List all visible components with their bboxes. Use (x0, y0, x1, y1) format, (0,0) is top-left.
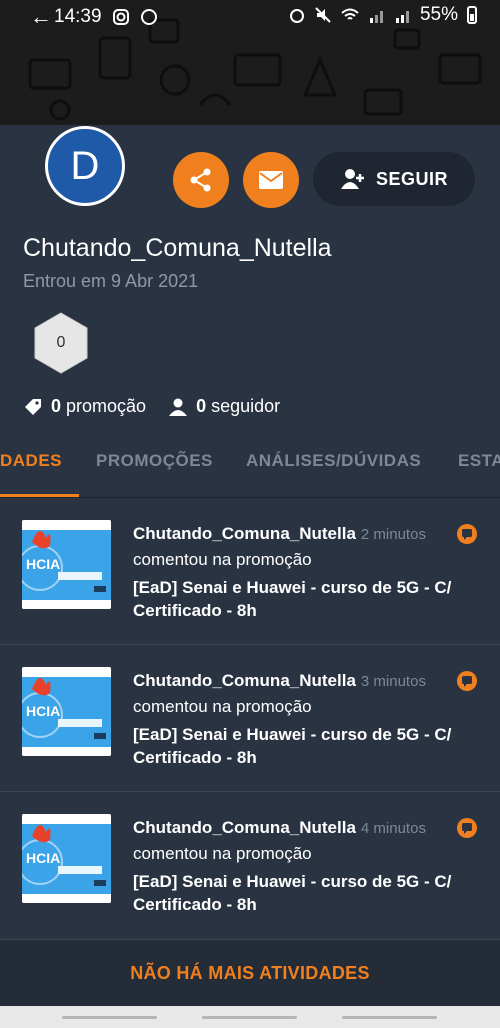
thumbnail-text: HCIA (26, 703, 61, 719)
activity-header: Chutando_Comuna_Nutella 3 minutos (133, 671, 426, 691)
follow-button[interactable]: SEGUIR (313, 152, 475, 206)
person-icon (169, 398, 188, 416)
activity-time: 4 minutos (360, 820, 426, 837)
promo-label: promoção (66, 396, 147, 416)
comment-icon (457, 818, 477, 838)
tab-atividades[interactable]: DADES (0, 451, 62, 471)
activity-time: 3 minutos (360, 673, 426, 690)
mail-icon (259, 171, 283, 189)
back-arrow-icon[interactable]: ← (30, 4, 52, 30)
profile-username: Chutando_Comuna_Nutella (23, 234, 332, 262)
activity-action: comentou na promoção (133, 844, 312, 863)
share-icon (190, 168, 211, 192)
follow-label: SEGUIR (375, 168, 448, 189)
level-badge: 0 (33, 312, 89, 374)
signal-icon-2 (395, 11, 409, 23)
follower-label: seguidor (211, 396, 281, 416)
activity-item[interactable]: HCIA Chutando_Comuna_Nutella 2 minutos co… (0, 498, 500, 645)
comment-icon (457, 524, 477, 544)
activity-header: Chutando_Comuna_Nutella 4 minutos (133, 818, 426, 838)
tag-icon (25, 398, 41, 415)
comment-icon (457, 671, 477, 691)
signal-icon (369, 11, 383, 23)
activity-action: comentou na promoção (133, 697, 312, 716)
follower-count: 0 (196, 396, 207, 416)
nav-home-button[interactable] (202, 1016, 297, 1019)
wifi-icon (341, 8, 359, 20)
add-user-icon (340, 169, 364, 189)
avatar[interactable]: D (45, 126, 125, 206)
activity-action: comentou na promoção (133, 550, 312, 569)
no-more-activities: NÃO HÁ MAIS ATIVIDADES (0, 940, 500, 1006)
status-bar: ← 14:39 55% (0, 0, 500, 34)
profile-stats: 0 promoção 0 seguidor (23, 396, 280, 417)
nav-back-button[interactable] (342, 1016, 437, 1019)
activity-user[interactable]: Chutando_Comuna_Nutella (133, 818, 356, 837)
mute-icon (315, 7, 331, 23)
activity-promo-title[interactable]: [EaD] Senai e Huawei - curso de 5G - C/ … (133, 870, 488, 916)
profile-tabs: DADES PROMOÇÕES ANÁLISES/DÚVIDAS ESTA (0, 421, 500, 498)
activity-item[interactable]: HCIA Chutando_Comuna_Nutella 4 minutos co… (0, 792, 500, 940)
avatar-letter: D (70, 143, 100, 188)
message-button[interactable] (243, 152, 299, 208)
battery-level: 55% (419, 4, 458, 25)
activity-promo-title[interactable]: [EaD] Senai e Huawei - curso de 5G - C/ … (133, 576, 488, 622)
tab-estatisticas[interactable]: ESTA (458, 451, 500, 471)
status-time: 14:39 (54, 6, 102, 27)
activity-time: 2 minutos (360, 526, 426, 543)
activity-promo-title[interactable]: [EaD] Senai e Huawei - curso de 5G - C/ … (133, 723, 488, 769)
tab-promocoes[interactable]: PROMOÇÕES (96, 451, 213, 471)
activity-item[interactable]: HCIA Chutando_Comuna_Nutella 3 minutos co… (0, 645, 500, 792)
thumbnail-text: HCIA (26, 556, 61, 572)
thumbnail-text: HCIA (26, 850, 61, 866)
whatsapp-icon (140, 9, 157, 25)
nav-recent-button[interactable] (62, 1016, 157, 1019)
promo-thumbnail[interactable]: HCIA (22, 667, 111, 756)
activity-user[interactable]: Chutando_Comuna_Nutella (133, 524, 356, 543)
promo-thumbnail[interactable]: HCIA (22, 814, 111, 903)
activity-user[interactable]: Chutando_Comuna_Nutella (133, 671, 356, 690)
share-button[interactable] (173, 152, 229, 208)
alarm-icon (289, 9, 304, 23)
instagram-icon (112, 9, 129, 25)
promo-count: 0 (51, 396, 62, 416)
activity-header: Chutando_Comuna_Nutella 2 minutos (133, 524, 426, 544)
joined-date: Entrou em 9 Abr 2021 (23, 271, 199, 291)
system-nav-bar (0, 1006, 500, 1028)
badge-value: 0 (56, 334, 66, 351)
tab-analises-duvidas[interactable]: ANÁLISES/DÚVIDAS (246, 451, 421, 471)
battery-icon (467, 6, 477, 24)
activity-feed: HCIA Chutando_Comuna_Nutella 2 minutos co… (0, 498, 500, 940)
promo-thumbnail[interactable]: HCIA (22, 520, 111, 609)
